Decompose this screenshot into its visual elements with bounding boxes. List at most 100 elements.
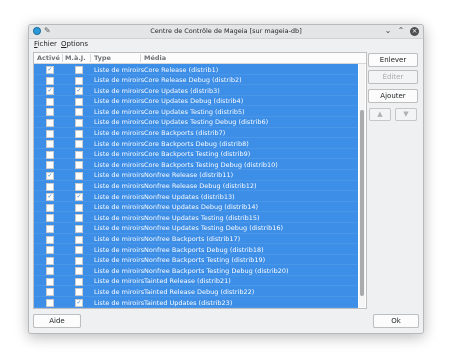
maximize-icon[interactable]: ⌃	[396, 26, 406, 35]
edit-button[interactable]: Éditer	[368, 70, 418, 84]
header-update[interactable]: M.à.J.	[65, 54, 86, 62]
table-row[interactable]: Liste de miroirs Core Updates Debug (dist…	[34, 95, 358, 107]
active-checkbox[interactable]	[46, 288, 54, 297]
help-button[interactable]: Aide	[33, 314, 81, 328]
table-row[interactable]: Liste de miroirs Nonfree Backports Testin…	[34, 265, 358, 276]
active-checkbox[interactable]	[46, 97, 54, 106]
table-row[interactable]: ✓ Liste de miroirs Core Release (distrib1)	[34, 64, 358, 75]
vertical-scrollbar[interactable]	[359, 64, 365, 307]
table-row[interactable]: Liste de miroirs Nonfree Updates Debug (d…	[34, 201, 358, 213]
active-checkbox[interactable]	[46, 246, 54, 255]
table-row[interactable]: ✓ ✓ Liste de miroirs Core Updates (distrib3…	[34, 85, 358, 96]
table-row[interactable]: ✓ Liste de miroirs Tainted Updates (distri…	[34, 297, 358, 308]
minimize-icon[interactable]: ⌄	[383, 26, 393, 35]
media-cell: Core Updates Debug (distrib4)	[144, 97, 244, 106]
active-checkbox[interactable]	[46, 277, 54, 286]
update-checkbox[interactable]	[75, 66, 83, 74]
table-row[interactable]: Liste de miroirs Tainted Release (distrib…	[34, 275, 358, 287]
arrow-down-icon: ▼	[403, 110, 409, 118]
menu-fichier[interactable]: Fichier	[34, 40, 57, 48]
table-row[interactable]: Liste de miroirs Nonfree Backports Testin…	[34, 254, 358, 266]
table-row[interactable]: Liste de miroirs Nonfree Backports (distr…	[34, 233, 358, 245]
type-cell: Liste de miroirs	[94, 182, 145, 191]
update-checkbox[interactable]	[75, 97, 83, 106]
update-checkbox[interactable]	[75, 76, 83, 85]
active-checkbox[interactable]	[46, 267, 54, 276]
active-checkbox[interactable]	[46, 161, 54, 170]
active-checkbox[interactable]	[46, 182, 54, 191]
header-media[interactable]: Média	[144, 54, 166, 62]
active-checkbox[interactable]: ✓	[46, 193, 54, 202]
media-cell: Nonfree Updates Debug (distrib14)	[144, 203, 259, 212]
table-row[interactable]: Liste de miroirs Core Updates Testing (di…	[34, 106, 358, 117]
ok-button[interactable]: Ok	[373, 314, 419, 328]
update-checkbox[interactable]	[75, 171, 83, 180]
active-checkbox[interactable]	[46, 214, 54, 223]
table-row[interactable]: Liste de miroirs Nonfree Updates Testing …	[34, 212, 358, 223]
media-cell: Core Backports Testing Debug (distrib10)	[144, 160, 278, 169]
update-checkbox[interactable]	[75, 288, 83, 297]
update-checkbox[interactable]	[75, 224, 83, 233]
header-type[interactable]: Type	[94, 54, 111, 62]
header-active[interactable]: Activé	[37, 54, 60, 62]
active-checkbox[interactable]: ✓	[46, 171, 54, 180]
update-checkbox[interactable]	[75, 182, 83, 191]
type-cell: Liste de miroirs	[94, 129, 145, 138]
update-checkbox[interactable]	[75, 256, 83, 265]
scrollbar-thumb[interactable]	[360, 110, 364, 296]
active-checkbox[interactable]	[46, 140, 54, 149]
table-row[interactable]: Liste de miroirs Tainted Release Debug (d…	[34, 286, 358, 298]
media-cell: Core Updates Testing Debug (distrib6)	[144, 118, 269, 127]
update-checkbox[interactable]	[75, 108, 83, 117]
active-checkbox[interactable]: ✓	[46, 66, 54, 74]
active-checkbox[interactable]	[46, 76, 54, 85]
main-window: ✎ Centre de Contrôle de Mageia [sur mage…	[28, 24, 424, 334]
add-button[interactable]: Ajouter	[368, 89, 418, 103]
table-row[interactable]: Liste de miroirs Nonfree Backports Debug …	[34, 244, 358, 255]
media-table[interactable]: Activé M.à.J. Type Média ✓ Liste de miroi…	[33, 52, 367, 309]
active-checkbox[interactable]	[46, 235, 54, 244]
close-icon[interactable]: ×	[410, 27, 419, 36]
update-checkbox[interactable]	[75, 235, 83, 244]
move-down-button[interactable]: ▼	[395, 108, 417, 121]
menu-options[interactable]: Options	[61, 40, 88, 48]
active-checkbox[interactable]	[46, 118, 54, 127]
table-row[interactable]: Liste de miroirs Nonfree Release Debug (d…	[34, 180, 358, 192]
active-checkbox[interactable]	[46, 108, 54, 117]
update-checkbox[interactable]: ✓	[75, 299, 83, 308]
active-checkbox[interactable]	[46, 256, 54, 265]
update-checkbox[interactable]	[75, 129, 83, 138]
table-row[interactable]: Liste de miroirs Core Backports Testing D…	[34, 159, 358, 170]
active-checkbox[interactable]	[46, 224, 54, 233]
move-up-button[interactable]: ▲	[369, 108, 391, 121]
update-checkbox[interactable]: ✓	[75, 87, 83, 96]
title-bar[interactable]: ✎ Centre de Contrôle de Mageia [sur mage…	[29, 25, 423, 39]
table-row[interactable]: Liste de miroirs Nonfree Updates Testing …	[34, 222, 358, 234]
active-checkbox[interactable]	[46, 299, 54, 308]
active-checkbox[interactable]: ✓	[46, 87, 54, 96]
table-row[interactable]: Liste de miroirs Core Backports (distrib7…	[34, 127, 358, 139]
table-row[interactable]: ✓ Liste de miroirs Nonfree Release (distri…	[34, 169, 358, 181]
table-row[interactable]: ✓ ✓ Liste de miroirs Nonfree Updates (distr…	[34, 191, 358, 202]
active-checkbox[interactable]	[46, 150, 54, 159]
table-row[interactable]: Liste de miroirs Core Backports Debug (di…	[34, 138, 358, 149]
active-checkbox[interactable]	[46, 203, 54, 212]
type-cell: Liste de miroirs	[94, 224, 145, 233]
table-row[interactable]: Liste de miroirs Core Release Debug (dist…	[34, 74, 358, 86]
active-checkbox[interactable]	[46, 129, 54, 138]
table-row[interactable]: Liste de miroirs Core Backports Testing (…	[34, 148, 358, 160]
update-checkbox[interactable]	[75, 246, 83, 255]
update-checkbox[interactable]	[75, 203, 83, 212]
update-checkbox[interactable]	[75, 140, 83, 149]
update-checkbox[interactable]	[75, 277, 83, 286]
type-cell: Liste de miroirs	[94, 150, 145, 159]
table-row[interactable]: Liste de miroirs Core Updates Testing Deb…	[34, 116, 358, 128]
remove-button[interactable]: Enlever	[368, 53, 418, 67]
update-checkbox[interactable]	[75, 214, 83, 223]
update-checkbox[interactable]	[75, 161, 83, 170]
update-checkbox[interactable]	[75, 150, 83, 159]
update-checkbox[interactable]	[75, 267, 83, 276]
table-body: ✓ Liste de miroirs Core Release (distrib1)…	[34, 64, 358, 308]
update-checkbox[interactable]	[75, 118, 83, 127]
update-checkbox[interactable]: ✓	[75, 193, 83, 202]
